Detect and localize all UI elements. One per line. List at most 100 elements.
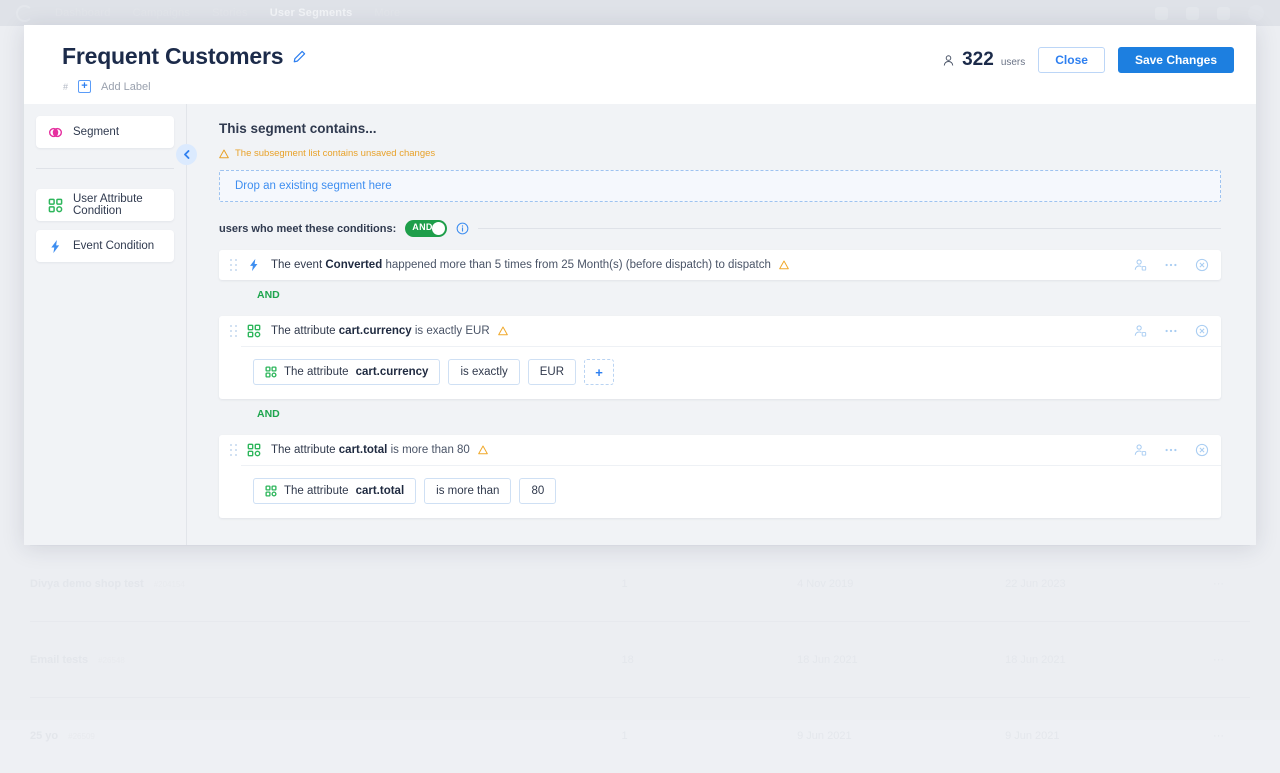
table-row[interactable]: Email tests#26548 18 18 Jun 2021 18 Jun … bbox=[30, 621, 1250, 697]
row-count: 1 bbox=[622, 730, 798, 742]
segment-builder-content: This segment contains... The subsegment … bbox=[187, 104, 1256, 545]
nav-item-campaigns[interactable]: Campaigns bbox=[133, 7, 190, 19]
and-or-toggle[interactable]: AND bbox=[405, 220, 447, 237]
row-created: 4 Nov 2019 bbox=[797, 578, 1005, 590]
row-more-dots-icon[interactable]: ··· bbox=[1213, 654, 1250, 666]
avatar[interactable] bbox=[1248, 5, 1264, 21]
add-label-button[interactable]: Add Label bbox=[101, 81, 151, 93]
close-button[interactable]: Close bbox=[1038, 47, 1105, 73]
condition-text: The attribute cart.currency is exactly E… bbox=[271, 325, 490, 337]
sidebar-item-user-attribute-condition[interactable]: User Attribute Condition bbox=[36, 189, 174, 221]
grid-squares-icon bbox=[247, 324, 261, 338]
drag-handle-icon[interactable] bbox=[229, 443, 238, 457]
gear-icon[interactable] bbox=[1186, 7, 1199, 20]
more-dots-icon[interactable] bbox=[1164, 258, 1178, 272]
condition-card-event: The event Converted happened more than 5… bbox=[219, 250, 1221, 280]
nav-item-user-segments[interactable]: User Segments bbox=[270, 7, 353, 19]
row-name: Email tests bbox=[30, 654, 88, 666]
row-actions bbox=[1117, 443, 1209, 457]
app-logo-icon bbox=[16, 5, 33, 22]
attribute-selector-chip[interactable]: The attribute cart.total bbox=[253, 478, 416, 504]
condition-entity: cart.currency bbox=[339, 325, 412, 337]
warning-triangle-icon bbox=[779, 260, 789, 270]
and-separator: AND bbox=[219, 280, 1221, 303]
sidebar-item-event-condition[interactable]: Event Condition bbox=[36, 230, 174, 262]
segment-dropzone[interactable]: Drop an existing segment here bbox=[219, 170, 1221, 202]
background-navbar: Dashboard Campaigns Stories User Segment… bbox=[0, 0, 1280, 26]
more-dots-icon[interactable] bbox=[1164, 324, 1178, 338]
dropzone-label: Drop an existing segment here bbox=[235, 180, 392, 192]
condition-summary-row[interactable]: The attribute cart.currency is exactly E… bbox=[219, 316, 1221, 346]
add-label-plus-icon[interactable]: + bbox=[78, 80, 91, 93]
background-segments-table: Divya demo shop test#204154 1 4 Nov 2019… bbox=[30, 545, 1250, 773]
remove-circle-icon[interactable] bbox=[1195, 324, 1209, 338]
nav-item-more[interactable]: More bbox=[374, 7, 400, 19]
user-target-icon[interactable] bbox=[1133, 324, 1147, 338]
nav-item-stories[interactable]: Stories bbox=[212, 7, 248, 19]
pencil-icon[interactable] bbox=[292, 50, 306, 64]
table-row[interactable]: Divya demo shop test#204154 1 4 Nov 2019… bbox=[30, 545, 1250, 621]
row-updated: 9 Jun 2021 bbox=[1005, 730, 1213, 742]
grid-squares-icon bbox=[265, 485, 277, 497]
help-icon[interactable] bbox=[1217, 7, 1230, 20]
value-chip[interactable]: 80 bbox=[519, 478, 556, 504]
user-icon bbox=[942, 53, 955, 68]
activity-icon[interactable] bbox=[1155, 7, 1168, 20]
nav-item-dashboard[interactable]: Dashboard bbox=[55, 7, 111, 19]
modal-body: Segment User Attribute Condition Event C… bbox=[24, 104, 1256, 545]
remove-circle-icon[interactable] bbox=[1195, 443, 1209, 457]
save-changes-button[interactable]: Save Changes bbox=[1118, 47, 1234, 73]
sidebar-divider bbox=[36, 168, 174, 169]
chip-prefix: The attribute bbox=[284, 485, 349, 497]
user-target-icon[interactable] bbox=[1133, 258, 1147, 272]
row-actions bbox=[1117, 324, 1209, 338]
and-separator: AND bbox=[219, 399, 1221, 422]
condition-suffix: is more than 80 bbox=[391, 444, 470, 456]
operator-chip[interactable]: is more than bbox=[424, 478, 511, 504]
condition-entity: Converted bbox=[325, 259, 382, 271]
content-title: This segment contains... bbox=[219, 121, 1221, 136]
row-id: #26548 bbox=[98, 656, 125, 665]
page-title: Frequent Customers bbox=[62, 43, 283, 70]
condition-card-cart-currency: The attribute cart.currency is exactly E… bbox=[219, 316, 1221, 399]
row-name: Divya demo shop test bbox=[30, 578, 144, 590]
collapse-panel-button[interactable] bbox=[176, 144, 197, 165]
row-created: 9 Jun 2021 bbox=[797, 730, 1005, 742]
nav-right-icons bbox=[1155, 5, 1264, 21]
unsaved-changes-warning: The subsegment list contains unsaved cha… bbox=[219, 148, 1221, 159]
grid-squares-icon bbox=[48, 198, 63, 213]
table-row[interactable]: 25 yo #26509 1 9 Jun 2021 9 Jun 2021 ··· bbox=[30, 697, 1250, 773]
row-updated: 22 Jun 2023 bbox=[1005, 578, 1213, 590]
condition-entity: cart.total bbox=[339, 444, 388, 456]
modal-header-left: Frequent Customers # + Add Label bbox=[40, 25, 306, 93]
drag-handle-icon[interactable] bbox=[229, 324, 238, 338]
add-value-button[interactable]: + bbox=[584, 359, 614, 385]
row-more-dots-icon[interactable]: ··· bbox=[1213, 578, 1250, 590]
remove-circle-icon[interactable] bbox=[1195, 258, 1209, 272]
attribute-selector-chip[interactable]: The attribute cart.currency bbox=[253, 359, 440, 385]
grid-squares-icon bbox=[247, 443, 261, 457]
more-dots-icon[interactable] bbox=[1164, 443, 1178, 457]
sidebar-item-label: Event Condition bbox=[73, 240, 154, 252]
user-target-icon[interactable] bbox=[1133, 443, 1147, 457]
sidebar-item-segment[interactable]: Segment bbox=[36, 116, 174, 148]
toggle-label: AND bbox=[412, 222, 432, 232]
value-chip[interactable]: EUR bbox=[528, 359, 576, 385]
row-id: #26509 bbox=[68, 732, 95, 741]
row-more-dots-icon[interactable]: ··· bbox=[1213, 730, 1250, 742]
condition-summary-row[interactable]: The attribute cart.total is more than 80 bbox=[219, 435, 1221, 465]
condition-detail-row: The attribute cart.total is more than 80 bbox=[241, 465, 1221, 518]
user-count: 322 users bbox=[942, 49, 1025, 71]
drag-handle-icon[interactable] bbox=[229, 258, 238, 272]
row-name: 25 yo bbox=[30, 730, 58, 742]
user-count-label: users bbox=[1001, 57, 1025, 68]
modal-header: Frequent Customers # + Add Label 322 use… bbox=[24, 25, 1256, 104]
conditions-header: users who meet these conditions: AND bbox=[219, 220, 1221, 237]
condition-prefix: The event bbox=[271, 259, 322, 271]
operator-chip[interactable]: is exactly bbox=[448, 359, 519, 385]
toggle-knob bbox=[432, 222, 445, 235]
lightning-bolt-icon bbox=[48, 239, 63, 254]
palette-sidebar: Segment User Attribute Condition Event C… bbox=[24, 104, 187, 545]
condition-summary-row[interactable]: The event Converted happened more than 5… bbox=[219, 250, 1221, 280]
info-icon[interactable] bbox=[456, 222, 469, 235]
